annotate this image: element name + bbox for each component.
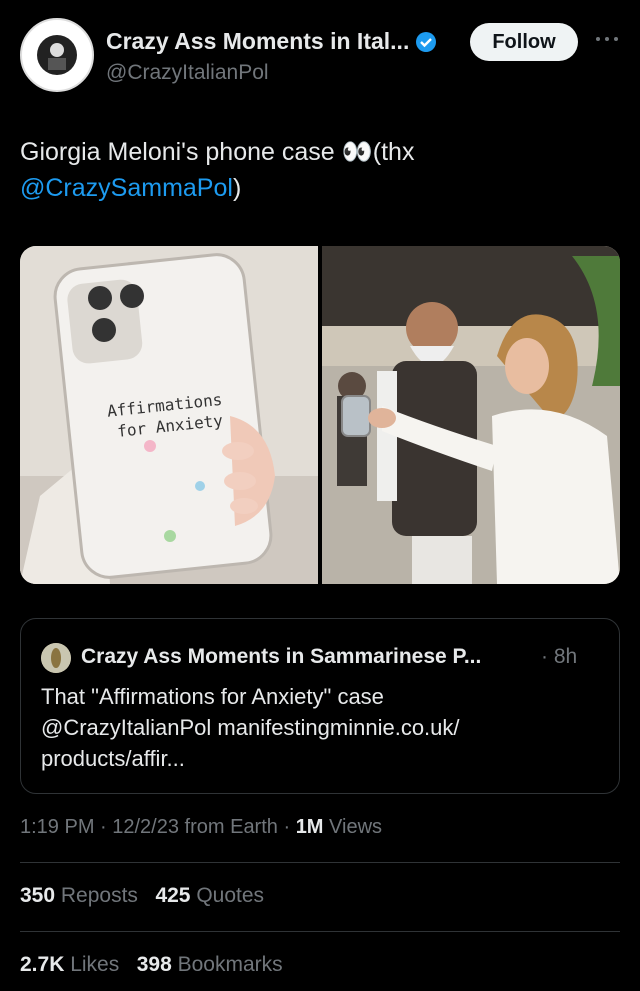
timestamp-source[interactable]: 1:19 PM · 12/2/23 from Earth ·: [20, 816, 296, 838]
more-options-icon[interactable]: [595, 34, 619, 44]
tweet-text-part: Giorgia Meloni's phone case: [20, 138, 342, 166]
likes-stat[interactable]: 2.7K Likes: [20, 953, 119, 976]
reposts-count: 350: [20, 884, 56, 907]
quoted-text-line: products/affir...: [41, 746, 185, 771]
quoted-author-avatar[interactable]: [41, 643, 71, 673]
media-image-phone-case[interactable]: Affirmations for Anxiety: [20, 246, 318, 584]
media-image-selfie[interactable]: [322, 246, 620, 584]
reposts-label: Reposts: [55, 884, 138, 907]
divider: [20, 862, 620, 863]
quotes-count: 425: [155, 884, 191, 907]
follow-button[interactable]: Follow: [470, 23, 578, 61]
quoted-text-line: That "Affirmations for Anxiety" case: [41, 684, 384, 709]
quoted-text-line: @CrazyItalianPol manifestingminnie.co.uk…: [41, 715, 460, 740]
likes-count: 2.7K: [20, 953, 65, 976]
reposts-stat[interactable]: 350 Reposts: [20, 884, 138, 907]
engagement-row-1: 350 Reposts 425 Quotes: [20, 884, 264, 908]
selfie-photo: [322, 246, 620, 584]
engagement-row-2: 2.7K Likes 398 Bookmarks: [20, 953, 283, 977]
tweet-metadata: 1:19 PM · 12/2/23 from Earth · 1M Views: [20, 816, 382, 839]
verified-badge-icon: [416, 31, 437, 52]
quoted-avatar-image: [41, 643, 71, 673]
quotes-stat[interactable]: 425 Quotes: [155, 884, 264, 907]
tweet-header: Crazy Ass Moments in Ital... @CrazyItali…: [20, 18, 620, 98]
tweet-mention-link[interactable]: @CrazySammaPol: [20, 174, 233, 202]
views-label: Views: [323, 816, 383, 838]
tweet-media[interactable]: Affirmations for Anxiety: [20, 246, 620, 584]
bookmarks-stat[interactable]: 398 Bookmarks: [137, 953, 283, 976]
tweet-text-part: (thx: [372, 138, 415, 166]
author-display-name[interactable]: Crazy Ass Moments in Ital...: [106, 28, 409, 55]
quoted-timestamp[interactable]: · 8h: [541, 645, 577, 669]
avatar-logo-image: [23, 21, 91, 89]
quoted-author-name[interactable]: Crazy Ass Moments in Sammarinese P...: [81, 645, 481, 669]
tweet-text: Giorgia Meloni's phone case 👀(thx @Crazy…: [20, 134, 620, 206]
tweet-text-part: ): [232, 174, 242, 202]
bookmarks-count: 398: [136, 953, 172, 976]
quoted-tweet[interactable]: Crazy Ass Moments in Sammarinese P... · …: [20, 618, 620, 794]
phone-case-photo: Affirmations for Anxiety: [20, 246, 318, 584]
bookmarks-label: Bookmarks: [171, 953, 283, 976]
eyes-emoji: 👀: [341, 138, 373, 166]
quoted-text: That "Affirmations for Anxiety" case @Cr…: [41, 681, 601, 774]
quotes-label: Quotes: [190, 884, 265, 907]
author-avatar[interactable]: [20, 18, 94, 92]
likes-label: Likes: [64, 953, 120, 976]
author-handle[interactable]: @CrazyItalianPol: [106, 61, 269, 85]
views-count: 1M: [295, 816, 324, 838]
divider: [20, 931, 620, 932]
